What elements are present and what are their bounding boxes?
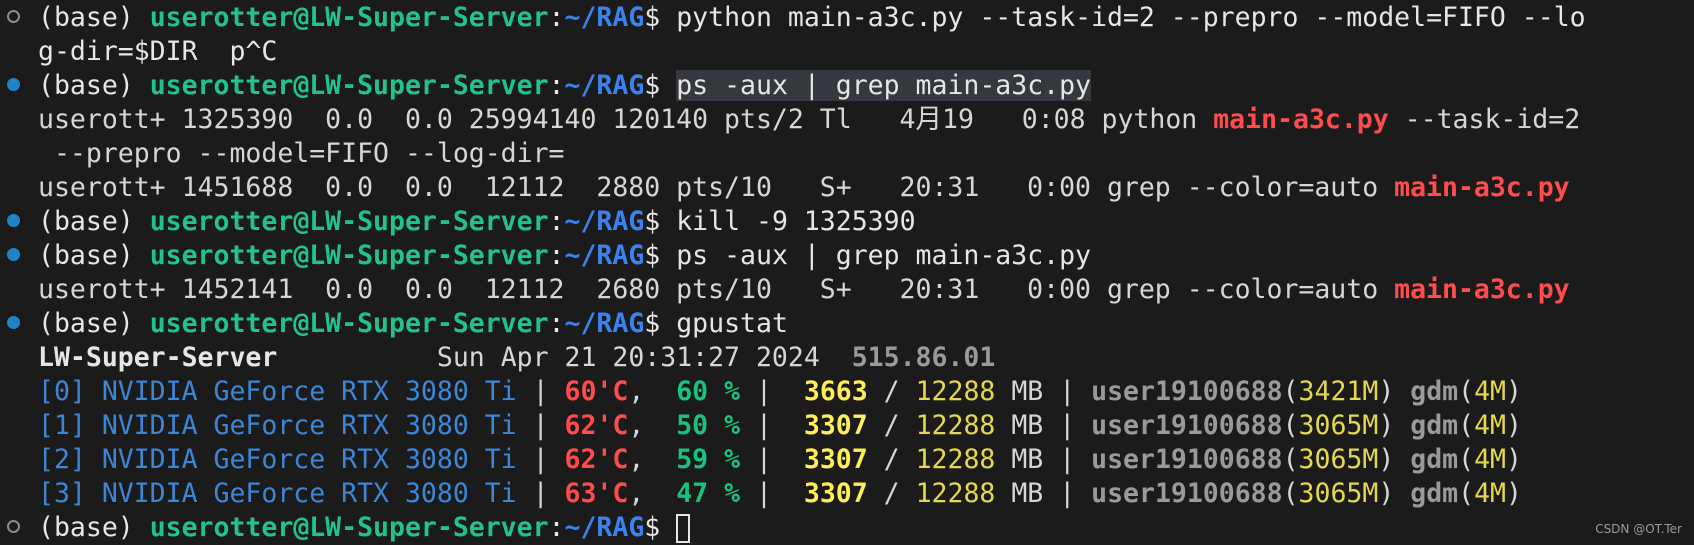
terminal[interactable]: (base) userotter@LW-Super-Server:~/RAG$ … [0,1,1694,545]
grep-match: main-a3c.py [1213,104,1389,135]
command-status-icon[interactable] [7,78,20,91]
gpu-proc-user: user19100688 [1091,478,1283,509]
grep-match: main-a3c.py [1394,172,1570,203]
gpu-mem-used: 3307 [787,410,868,441]
gpu-mem-used: 3307 [787,478,868,509]
gpu-mem-used: 3663 [787,376,868,407]
gpu-proc-user: user19100688 [1091,410,1283,441]
gpu-mem-total: 12288 [915,444,996,475]
gpu-row: [0] NVIDIA GeForce RTX 3080 Ti | 60'C, 6… [38,376,1522,407]
command-status-icon[interactable] [7,248,20,261]
terminal-line: (base) userotter@LW-Super-Server:~/RAG$ … [0,239,1694,273]
gpu-util: 60 [660,376,709,407]
terminal-line: (base) userotter@LW-Super-Server:~/RAG$ … [0,1,1694,35]
gpu-util: 50 [660,410,709,441]
command-status-icon[interactable] [7,214,20,227]
command-text: python main-a3c.py --task-id=2 --prepro … [676,2,1586,33]
command-text: ps -aux | grep main-a3c.py [676,240,1092,271]
watermark: CSDN @OT.Ter [1595,522,1682,536]
gpu-temp: 63'C [564,478,629,509]
gpu-row: [1] NVIDIA GeForce RTX 3080 Ti | 62'C, 5… [38,410,1522,441]
command-text: kill -9 1325390 [676,206,916,237]
gpustat-header: LW-Super-Server Sun Apr 21 20:31:27 2024… [0,341,1694,375]
gpu-proc-mem: 3065M [1298,444,1379,475]
output-text: userott+ 1325390 0.0 0.0 25994140 120140… [38,104,1214,135]
gpu-mem-total: 12288 [915,478,996,509]
gpustat-date: Sun Apr 21 20:31:27 2024 [436,342,820,373]
command-status-icon[interactable] [7,520,20,533]
gpu-row: [3] NVIDIA GeForce RTX 3080 Ti | 63'C, 4… [38,478,1522,509]
gpu-name: [3] NVIDIA GeForce RTX 3080 Ti [38,478,517,509]
terminal-line: (base) userotter@LW-Super-Server:~/RAG$ … [0,307,1694,341]
gpu-proc-mem: 3065M [1298,478,1379,509]
gpu-util: 47 [660,478,709,509]
gpu-name: [2] NVIDIA GeForce RTX 3080 Ti [38,444,517,475]
gpu-proc-mem: 3421M [1298,376,1379,407]
gpu-proc-user: gdm [1410,478,1459,509]
terminal-line: (base) userotter@LW-Super-Server:~/RAG$ … [0,69,1694,103]
gpu-mem-used: 3307 [787,444,868,475]
terminal-line: g-dir=$DIR p^C [0,35,1694,69]
terminal-line: (base) userotter@LW-Super-Server:~/RAG$ … [0,205,1694,239]
output-text: --prepro --model=FIFO --log-dir= [38,138,565,169]
gpu-temp: 62'C [564,410,629,441]
terminal-line: userott+ 1452141 0.0 0.0 12112 2680 pts/… [0,273,1694,307]
terminal-line: userott+ 1451688 0.0 0.0 12112 2880 pts/… [0,171,1694,205]
output-text: userott+ 1452141 0.0 0.0 12112 2680 pts/… [38,274,1395,305]
output-text: g-dir=$DIR p^C [38,36,278,67]
selected-command-text[interactable]: ps -aux | grep main-a3c.py [676,70,1092,101]
command-status-icon[interactable] [7,316,20,329]
terminal-line: userott+ 1325390 0.0 0.0 25994140 120140… [38,104,1581,135]
gpu-temp: 62'C [564,444,629,475]
gpu-temp: 60'C [564,376,629,407]
gpu-row: [2] NVIDIA GeForce RTX 3080 Ti | 62'C, 5… [38,444,1522,475]
gpu-proc-mem: 4M [1474,410,1507,441]
command-text: gpustat [676,308,788,339]
gpustat-driver: 515.86.01 [851,342,996,373]
gpu-mem-total: 12288 [915,376,996,407]
gpu-name: [0] NVIDIA GeForce RTX 3080 Ti [38,376,517,407]
gpu-proc-user: user19100688 [1091,376,1283,407]
gpu-mem-total: 12288 [915,410,996,441]
output-text: userott+ 1451688 0.0 0.0 12112 2880 pts/… [38,172,1395,203]
gpu-proc-mem: 3065M [1298,410,1379,441]
terminal-cursor[interactable] [676,514,691,543]
gpu-proc-mem: 4M [1474,444,1507,475]
gpu-proc-mem: 4M [1474,478,1507,509]
gpu-proc-mem: 4M [1474,376,1507,407]
gpu-proc-user: gdm [1410,444,1459,475]
gpu-proc-user: gdm [1410,376,1459,407]
terminal-line: --prepro --model=FIFO --log-dir= [0,137,1694,171]
grep-match: main-a3c.py [1394,274,1570,305]
gpu-proc-user: gdm [1410,410,1459,441]
gpu-util: 59 [660,444,709,475]
terminal-line: (base) userotter@LW-Super-Server:~/RAG$ [0,511,1694,545]
gpu-name: [1] NVIDIA GeForce RTX 3080 Ti [38,410,517,441]
gpustat-hostname: LW-Super-Server [38,342,278,373]
command-status-icon[interactable] [7,10,20,23]
gpu-proc-user: user19100688 [1091,444,1283,475]
